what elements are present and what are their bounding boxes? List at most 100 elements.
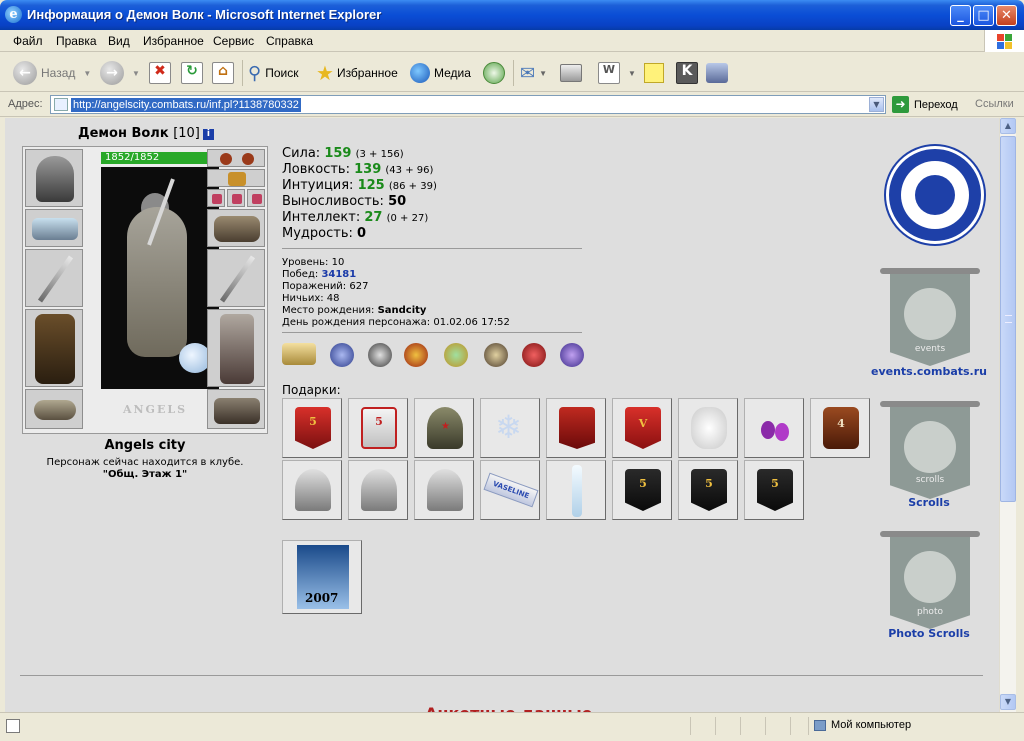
menu-help[interactable]: Справка bbox=[266, 34, 313, 48]
gift-item[interactable]: 5 bbox=[348, 398, 408, 458]
discuss-button[interactable] bbox=[644, 60, 664, 86]
vertical-scrollbar[interactable]: ▲ ▼ bbox=[999, 118, 1016, 712]
menu-tools[interactable]: Сервис bbox=[213, 34, 254, 48]
gift-item[interactable]: ★ bbox=[414, 398, 474, 458]
ring-slot-3[interactable] bbox=[247, 189, 265, 207]
maximize-button[interactable]: □ bbox=[973, 5, 994, 26]
gift-item[interactable] bbox=[678, 398, 738, 458]
legs-slot[interactable] bbox=[207, 309, 265, 387]
minimize-button[interactable]: _ bbox=[950, 5, 971, 26]
gift-item[interactable]: V bbox=[612, 398, 672, 458]
snowflake-icon: ❄ bbox=[495, 408, 522, 446]
helm-badge-icon[interactable] bbox=[368, 343, 392, 367]
belt-slot[interactable] bbox=[25, 389, 83, 429]
scroll-thumb[interactable] bbox=[1000, 136, 1016, 502]
mail-button[interactable]: ✉ ▼ bbox=[520, 60, 547, 86]
boots-slot[interactable] bbox=[207, 389, 265, 429]
search-button[interactable]: ⚲ Поиск bbox=[248, 60, 298, 86]
media-button[interactable]: Медиа bbox=[410, 60, 471, 86]
weapon-right-slot[interactable] bbox=[207, 249, 265, 307]
back-arrow-icon: ← bbox=[13, 61, 37, 85]
knight-badge-icon[interactable] bbox=[484, 343, 508, 367]
clan-emblem[interactable] bbox=[886, 146, 984, 244]
address-dropdown-icon[interactable]: ▼ bbox=[869, 97, 884, 112]
back-button[interactable]: ← Назад ▼ bbox=[13, 60, 91, 86]
favorites-label: Избранное bbox=[336, 66, 398, 80]
ring-badge-icon[interactable] bbox=[282, 343, 316, 365]
cross-badge-icon[interactable] bbox=[560, 343, 584, 367]
stat-endurance: Выносливость: 50 bbox=[282, 194, 407, 209]
scrolls-link[interactable]: Scrolls bbox=[871, 496, 987, 509]
gift-item[interactable]: 4 bbox=[810, 398, 870, 458]
gift-item[interactable] bbox=[546, 460, 606, 520]
page-content: Демон Волк [10] i 1852/1852 ANGELS Angel… bbox=[5, 118, 999, 712]
ruby-badge-icon[interactable] bbox=[522, 343, 546, 367]
menu-file[interactable]: Файл bbox=[13, 34, 43, 48]
events-banner[interactable]: events bbox=[880, 268, 980, 372]
menu-edit[interactable]: Правка bbox=[56, 34, 97, 48]
scrolls-banner[interactable]: scrolls bbox=[880, 401, 980, 505]
stop-button[interactable]: ✖ bbox=[149, 60, 171, 86]
print-button[interactable] bbox=[560, 60, 582, 86]
k-icon: K bbox=[676, 62, 698, 84]
scroll-down-icon[interactable]: ▼ bbox=[1000, 694, 1016, 710]
gift-item[interactable]: 5 bbox=[744, 460, 804, 520]
ring-slot-1[interactable] bbox=[207, 189, 225, 207]
weapon-left-slot[interactable] bbox=[25, 249, 83, 307]
messenger-button[interactable] bbox=[706, 60, 728, 86]
info-icon[interactable]: i bbox=[202, 129, 214, 140]
gift-item[interactable]: 5 bbox=[282, 398, 342, 458]
gift-item[interactable] bbox=[546, 398, 606, 458]
address-url[interactable]: http://angelscity.combats.ru/inf.pl?1138… bbox=[71, 98, 301, 112]
photo-scrolls-link[interactable]: Photo Scrolls bbox=[871, 627, 987, 640]
events-link[interactable]: events.combats.ru bbox=[871, 365, 987, 378]
crest-badge-icon[interactable] bbox=[404, 343, 428, 367]
earrings-slot[interactable] bbox=[207, 149, 265, 167]
location-text: Персонаж сейчас находится в клубе. bbox=[46, 457, 244, 468]
armor-icon bbox=[35, 314, 75, 384]
gloves-slot[interactable] bbox=[207, 209, 265, 247]
address-input[interactable]: http://angelscity.combats.ru/inf.pl?1138… bbox=[50, 95, 886, 114]
gift-item[interactable] bbox=[282, 460, 342, 520]
history-button[interactable] bbox=[483, 60, 505, 86]
home-button[interactable]: ⌂ bbox=[212, 60, 234, 86]
emerald-badge-icon[interactable] bbox=[444, 343, 468, 367]
ring-slot-2[interactable] bbox=[227, 189, 245, 207]
armor-slot[interactable] bbox=[25, 309, 83, 387]
chevron-down-icon: ▼ bbox=[83, 68, 92, 78]
menu-view[interactable]: Вид bbox=[108, 34, 130, 48]
gift-item[interactable] bbox=[348, 460, 408, 520]
window-title: Информация о Демон Волк - Microsoft Inte… bbox=[27, 7, 382, 22]
edit-button[interactable]: W ▼ bbox=[598, 60, 636, 86]
close-button[interactable]: ✕ bbox=[996, 5, 1017, 26]
bracers-slot[interactable] bbox=[25, 209, 83, 247]
dagger-icon bbox=[37, 255, 74, 303]
chevron-down-icon: ▼ bbox=[628, 68, 636, 78]
favorites-button[interactable]: ★ Избранное bbox=[316, 60, 398, 86]
forward-button[interactable]: → ▼ bbox=[100, 60, 140, 86]
gift-card-2007[interactable]: 2007 bbox=[282, 540, 362, 614]
stat-intuition: Интуиция: 125 (86 + 39) bbox=[282, 178, 437, 193]
gift-item[interactable]: 5 bbox=[612, 460, 672, 520]
gift-item[interactable] bbox=[414, 460, 474, 520]
scroll-up-icon[interactable]: ▲ bbox=[1000, 118, 1016, 134]
security-zone: Мой компьютер bbox=[814, 719, 911, 731]
go-button[interactable]: ➜ Переход bbox=[892, 96, 958, 113]
gift-item[interactable]: VASELINE bbox=[480, 460, 540, 520]
menu-favorites[interactable]: Избранное bbox=[143, 34, 204, 48]
info-birthday: День рождения персонажа: 01.02.06 17:52 bbox=[282, 317, 510, 328]
photo-banner[interactable]: photo bbox=[880, 531, 980, 635]
helmet-slot[interactable] bbox=[25, 149, 83, 207]
gift-item[interactable]: 5 bbox=[678, 460, 738, 520]
amulet-slot[interactable] bbox=[207, 169, 265, 187]
links-button[interactable]: Ссылки bbox=[975, 98, 1014, 110]
kaspersky-button[interactable]: K bbox=[676, 60, 698, 86]
gifts-label: Подарки: bbox=[282, 383, 341, 397]
stat-agility: Ловкость: 139 (43 + 96) bbox=[282, 162, 434, 177]
gift-item[interactable] bbox=[744, 398, 804, 458]
fist-icon bbox=[904, 288, 956, 340]
shield-badge-icon[interactable] bbox=[330, 343, 354, 367]
gift-item[interactable]: ❄ bbox=[480, 398, 540, 458]
refresh-button[interactable]: ↻ bbox=[181, 60, 203, 86]
angels-city-crest: ANGELS bbox=[122, 403, 188, 416]
